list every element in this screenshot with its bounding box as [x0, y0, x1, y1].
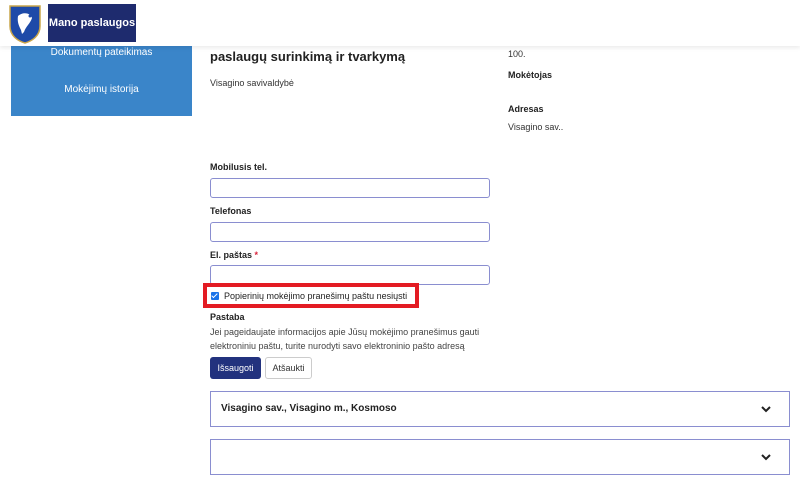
address-panel[interactable]: Visagino sav., Visagino m., Kosmoso	[210, 391, 790, 427]
municipality-text: Visagino savivaldybė	[210, 78, 294, 88]
page-title: paslaugų surinkimą ir tvarkymą	[210, 49, 406, 64]
mobile-field[interactable]	[210, 178, 490, 198]
required-marker: *	[254, 250, 259, 260]
address-label: Adresas	[508, 104, 544, 114]
second-panel[interactable]	[210, 439, 790, 475]
page: Mano paslaugos Dokumentų pateikimas Mokė…	[0, 0, 800, 490]
save-button[interactable]: Išsaugoti	[210, 357, 261, 379]
checkbox-checked[interactable]	[211, 291, 219, 300]
cancel-button[interactable]: Atšaukti	[265, 357, 312, 379]
email-label-text: El. paštas	[210, 250, 253, 260]
details-value: 100.	[508, 49, 526, 59]
address-value: Visagino sav..	[508, 122, 564, 132]
mobile-label: Mobilusis tel.	[210, 162, 268, 172]
sidebar-item-documents[interactable]: Dokumentų pateikimas	[11, 47, 192, 58]
top-bar: Mano paslaugos	[0, 0, 800, 46]
email-field[interactable]	[210, 265, 490, 285]
sidebar: Dokumentų pateikimas Mokėjimų istorija	[11, 40, 192, 116]
phone-label: Telefonas	[210, 206, 252, 216]
chevron-down-icon[interactable]	[759, 402, 773, 416]
email-label: El. paštas *	[210, 250, 258, 260]
payer-label: Mokėtojas	[508, 70, 553, 80]
note-label: Pastaba	[210, 312, 245, 322]
phone-field[interactable]	[210, 222, 490, 242]
brand-logo[interactable]: Mano paslaugos	[48, 4, 136, 42]
crest-icon	[9, 5, 41, 44]
checkbox-label[interactable]: Popierinių mokėjimo pranešimų paštu nesi…	[224, 291, 407, 301]
address-panel-title: Visagino sav., Visagino m., Kosmoso	[221, 403, 397, 414]
chevron-down-icon[interactable]	[759, 450, 773, 464]
hint-text: Jei pageidaujate informacijos apie Jūsų …	[210, 327, 480, 351]
sidebar-item-payment-history[interactable]: Mokėjimų istorija	[11, 84, 192, 95]
paper-notice-checkbox-row[interactable]: Popierinių mokėjimo pranešimų paštu nesi…	[203, 283, 419, 308]
